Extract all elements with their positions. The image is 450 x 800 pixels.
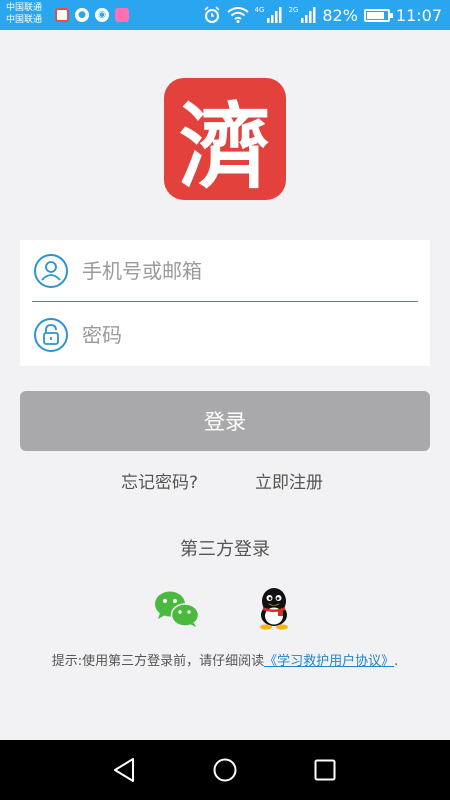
phone-row <box>32 240 418 302</box>
image-notification-icon <box>115 8 129 22</box>
carrier-label: 中国联通 中国联通 <box>6 2 42 26</box>
agreement-hint: 提示:使用第三方登录前，请仔细阅读《学习救护用户协议》. <box>0 650 450 669</box>
battery-icon <box>363 8 393 22</box>
back-button[interactable] <box>95 740 155 800</box>
chat-notification-icon: ● <box>75 8 89 22</box>
status-right: 4G 2G 82% 11:07 <box>203 5 442 25</box>
carrier-2: 中国联通 <box>6 15 43 25</box>
notification-icons: ● ◉ <box>55 8 129 22</box>
register-link[interactable]: 立即注册 <box>255 468 323 493</box>
qq-icon <box>260 588 288 630</box>
calendar-notification-icon <box>55 8 69 22</box>
home-button[interactable] <box>195 740 255 800</box>
logo-char: 濟 <box>178 92 271 201</box>
recents-button[interactable] <box>295 740 355 800</box>
recents-square-icon <box>314 759 336 781</box>
password-row <box>32 304 418 366</box>
forgot-password-link[interactable]: 忘记密码? <box>121 468 198 493</box>
app-notification-icon: ◉ <box>95 8 109 22</box>
home-circle-icon <box>213 758 237 782</box>
third-party-title: 第三方登录 <box>180 539 270 560</box>
app-logo: 濟 <box>164 78 286 201</box>
wechat-icon <box>155 591 200 627</box>
back-triangle-icon <box>114 758 134 782</box>
lock-icon <box>34 318 68 352</box>
navigation-bar <box>0 740 450 800</box>
hint-suffix: . <box>394 654 399 669</box>
agreement-link[interactable]: 《学习救护用户协议》 <box>264 654 394 669</box>
status-bar: 中国联通 中国联通 ● ◉ 4G 2G 82% 11:07 <box>0 0 450 30</box>
password-input[interactable] <box>82 323 418 347</box>
signal-label-1: 4G <box>254 6 265 14</box>
carrier-1: 中国联通 <box>6 3 43 13</box>
login-form <box>20 240 430 366</box>
phone-email-input[interactable] <box>82 258 418 283</box>
signal-icon-1 <box>267 7 282 23</box>
battery-percent: 82% <box>322 5 358 25</box>
wechat-login-button[interactable] <box>154 590 200 628</box>
wifi-icon <box>226 7 249 23</box>
hint-prefix: 提示:使用第三方登录前，请仔细阅读 <box>51 654 265 669</box>
alarm-icon <box>203 6 220 23</box>
user-icon <box>34 253 68 288</box>
signal-label-2: 2G <box>288 6 299 14</box>
clock: 11:07 <box>395 5 442 25</box>
login-button[interactable]: 登录 <box>20 391 430 451</box>
qq-login-button[interactable] <box>256 586 292 630</box>
signal-icon-2 <box>301 7 316 23</box>
